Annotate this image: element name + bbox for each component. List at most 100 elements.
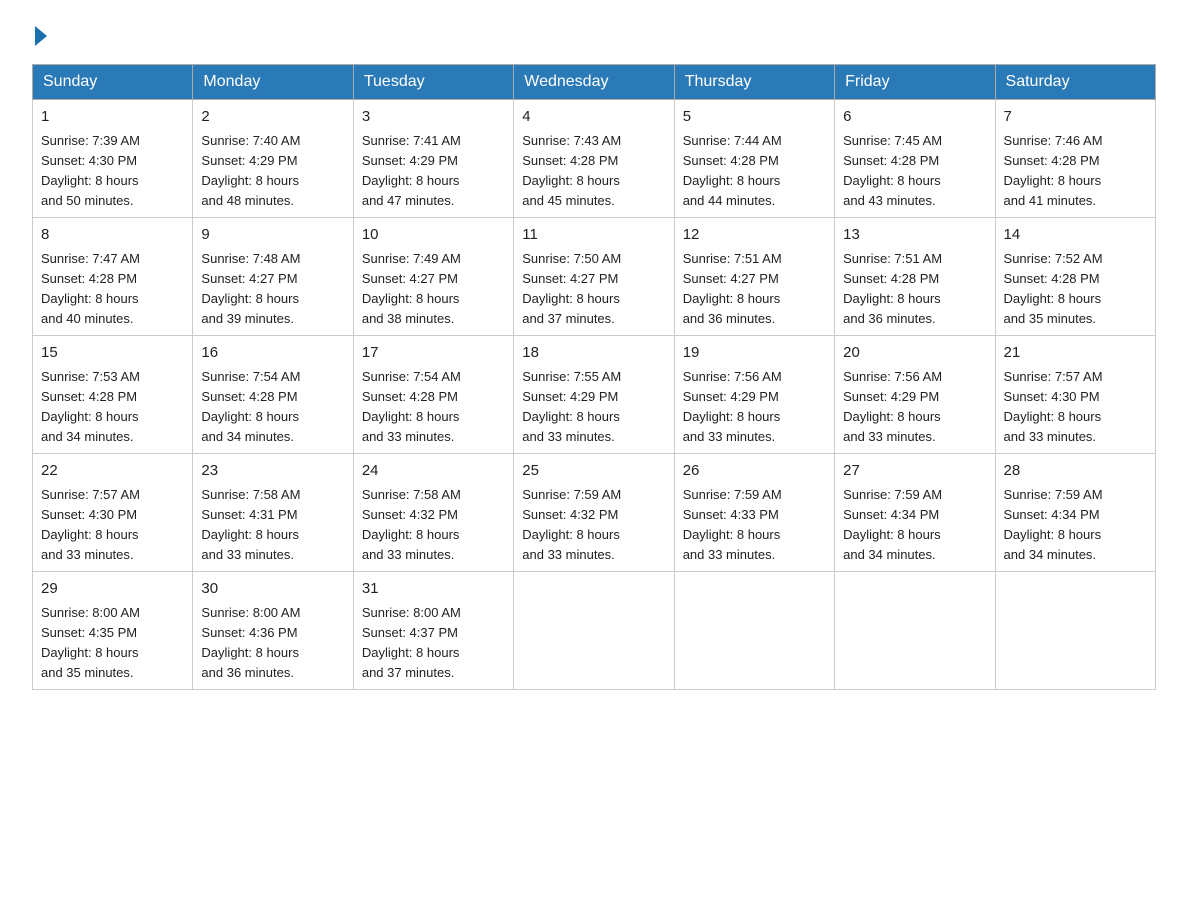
calendar-week-row: 22Sunrise: 7:57 AMSunset: 4:30 PMDayligh… xyxy=(33,454,1156,572)
day-info: Sunrise: 7:59 AMSunset: 4:34 PMDaylight:… xyxy=(843,485,986,566)
day-info: Sunrise: 7:39 AMSunset: 4:30 PMDaylight:… xyxy=(41,131,184,212)
day-info: Sunrise: 7:43 AMSunset: 4:28 PMDaylight:… xyxy=(522,131,665,212)
calendar-cell: 10Sunrise: 7:49 AMSunset: 4:27 PMDayligh… xyxy=(353,218,513,336)
calendar-table: SundayMondayTuesdayWednesdayThursdayFrid… xyxy=(32,64,1156,690)
day-number: 11 xyxy=(522,224,665,247)
calendar-cell: 18Sunrise: 7:55 AMSunset: 4:29 PMDayligh… xyxy=(514,336,674,454)
day-info: Sunrise: 7:58 AMSunset: 4:31 PMDaylight:… xyxy=(201,485,344,566)
day-number: 8 xyxy=(41,224,184,247)
day-info: Sunrise: 8:00 AMSunset: 4:35 PMDaylight:… xyxy=(41,603,184,684)
day-info: Sunrise: 7:48 AMSunset: 4:27 PMDaylight:… xyxy=(201,249,344,330)
calendar-cell: 24Sunrise: 7:58 AMSunset: 4:32 PMDayligh… xyxy=(353,454,513,572)
calendar-header-thursday: Thursday xyxy=(674,65,834,100)
calendar-cell: 6Sunrise: 7:45 AMSunset: 4:28 PMDaylight… xyxy=(835,100,995,218)
day-info: Sunrise: 7:57 AMSunset: 4:30 PMDaylight:… xyxy=(1004,367,1147,448)
calendar-week-row: 29Sunrise: 8:00 AMSunset: 4:35 PMDayligh… xyxy=(33,572,1156,690)
day-info: Sunrise: 7:58 AMSunset: 4:32 PMDaylight:… xyxy=(362,485,505,566)
day-info: Sunrise: 7:45 AMSunset: 4:28 PMDaylight:… xyxy=(843,131,986,212)
calendar-cell: 7Sunrise: 7:46 AMSunset: 4:28 PMDaylight… xyxy=(995,100,1155,218)
calendar-cell: 25Sunrise: 7:59 AMSunset: 4:32 PMDayligh… xyxy=(514,454,674,572)
calendar-cell: 13Sunrise: 7:51 AMSunset: 4:28 PMDayligh… xyxy=(835,218,995,336)
day-info: Sunrise: 7:59 AMSunset: 4:34 PMDaylight:… xyxy=(1004,485,1147,566)
day-number: 19 xyxy=(683,342,826,365)
logo-blue-part xyxy=(32,24,47,46)
day-number: 26 xyxy=(683,460,826,483)
calendar-week-row: 1Sunrise: 7:39 AMSunset: 4:30 PMDaylight… xyxy=(33,100,1156,218)
day-info: Sunrise: 8:00 AMSunset: 4:36 PMDaylight:… xyxy=(201,603,344,684)
day-number: 1 xyxy=(41,106,184,129)
day-number: 24 xyxy=(362,460,505,483)
calendar-cell: 9Sunrise: 7:48 AMSunset: 4:27 PMDaylight… xyxy=(193,218,353,336)
day-info: Sunrise: 7:53 AMSunset: 4:28 PMDaylight:… xyxy=(41,367,184,448)
day-number: 27 xyxy=(843,460,986,483)
calendar-cell: 16Sunrise: 7:54 AMSunset: 4:28 PMDayligh… xyxy=(193,336,353,454)
day-info: Sunrise: 7:41 AMSunset: 4:29 PMDaylight:… xyxy=(362,131,505,212)
day-info: Sunrise: 7:49 AMSunset: 4:27 PMDaylight:… xyxy=(362,249,505,330)
day-info: Sunrise: 8:00 AMSunset: 4:37 PMDaylight:… xyxy=(362,603,505,684)
day-info: Sunrise: 7:57 AMSunset: 4:30 PMDaylight:… xyxy=(41,485,184,566)
calendar-cell: 28Sunrise: 7:59 AMSunset: 4:34 PMDayligh… xyxy=(995,454,1155,572)
day-info: Sunrise: 7:50 AMSunset: 4:27 PMDaylight:… xyxy=(522,249,665,330)
logo xyxy=(32,24,47,46)
day-info: Sunrise: 7:59 AMSunset: 4:33 PMDaylight:… xyxy=(683,485,826,566)
day-number: 7 xyxy=(1004,106,1147,129)
day-info: Sunrise: 7:44 AMSunset: 4:28 PMDaylight:… xyxy=(683,131,826,212)
calendar-header-saturday: Saturday xyxy=(995,65,1155,100)
day-number: 16 xyxy=(201,342,344,365)
day-info: Sunrise: 7:55 AMSunset: 4:29 PMDaylight:… xyxy=(522,367,665,448)
calendar-cell xyxy=(995,572,1155,690)
day-number: 29 xyxy=(41,578,184,601)
calendar-cell: 5Sunrise: 7:44 AMSunset: 4:28 PMDaylight… xyxy=(674,100,834,218)
calendar-cell: 14Sunrise: 7:52 AMSunset: 4:28 PMDayligh… xyxy=(995,218,1155,336)
calendar-cell: 26Sunrise: 7:59 AMSunset: 4:33 PMDayligh… xyxy=(674,454,834,572)
day-info: Sunrise: 7:51 AMSunset: 4:28 PMDaylight:… xyxy=(843,249,986,330)
day-info: Sunrise: 7:51 AMSunset: 4:27 PMDaylight:… xyxy=(683,249,826,330)
day-number: 30 xyxy=(201,578,344,601)
calendar-header-friday: Friday xyxy=(835,65,995,100)
day-number: 18 xyxy=(522,342,665,365)
calendar-cell: 1Sunrise: 7:39 AMSunset: 4:30 PMDaylight… xyxy=(33,100,193,218)
day-number: 23 xyxy=(201,460,344,483)
day-info: Sunrise: 7:52 AMSunset: 4:28 PMDaylight:… xyxy=(1004,249,1147,330)
calendar-cell: 3Sunrise: 7:41 AMSunset: 4:29 PMDaylight… xyxy=(353,100,513,218)
day-number: 22 xyxy=(41,460,184,483)
day-number: 6 xyxy=(843,106,986,129)
day-number: 21 xyxy=(1004,342,1147,365)
day-info: Sunrise: 7:46 AMSunset: 4:28 PMDaylight:… xyxy=(1004,131,1147,212)
day-number: 15 xyxy=(41,342,184,365)
day-info: Sunrise: 7:40 AMSunset: 4:29 PMDaylight:… xyxy=(201,131,344,212)
day-info: Sunrise: 7:47 AMSunset: 4:28 PMDaylight:… xyxy=(41,249,184,330)
calendar-week-row: 8Sunrise: 7:47 AMSunset: 4:28 PMDaylight… xyxy=(33,218,1156,336)
calendar-cell xyxy=(835,572,995,690)
day-info: Sunrise: 7:56 AMSunset: 4:29 PMDaylight:… xyxy=(683,367,826,448)
calendar-cell: 11Sunrise: 7:50 AMSunset: 4:27 PMDayligh… xyxy=(514,218,674,336)
day-number: 12 xyxy=(683,224,826,247)
page-header xyxy=(32,24,1156,46)
day-info: Sunrise: 7:54 AMSunset: 4:28 PMDaylight:… xyxy=(362,367,505,448)
day-number: 25 xyxy=(522,460,665,483)
day-number: 28 xyxy=(1004,460,1147,483)
calendar-cell xyxy=(674,572,834,690)
calendar-cell: 23Sunrise: 7:58 AMSunset: 4:31 PMDayligh… xyxy=(193,454,353,572)
day-number: 5 xyxy=(683,106,826,129)
day-number: 20 xyxy=(843,342,986,365)
calendar-header-monday: Monday xyxy=(193,65,353,100)
day-number: 9 xyxy=(201,224,344,247)
calendar-cell: 19Sunrise: 7:56 AMSunset: 4:29 PMDayligh… xyxy=(674,336,834,454)
calendar-cell: 12Sunrise: 7:51 AMSunset: 4:27 PMDayligh… xyxy=(674,218,834,336)
calendar-cell: 30Sunrise: 8:00 AMSunset: 4:36 PMDayligh… xyxy=(193,572,353,690)
calendar-cell: 17Sunrise: 7:54 AMSunset: 4:28 PMDayligh… xyxy=(353,336,513,454)
calendar-header-wednesday: Wednesday xyxy=(514,65,674,100)
day-number: 17 xyxy=(362,342,505,365)
calendar-cell: 22Sunrise: 7:57 AMSunset: 4:30 PMDayligh… xyxy=(33,454,193,572)
calendar-cell: 2Sunrise: 7:40 AMSunset: 4:29 PMDaylight… xyxy=(193,100,353,218)
day-number: 13 xyxy=(843,224,986,247)
day-info: Sunrise: 7:56 AMSunset: 4:29 PMDaylight:… xyxy=(843,367,986,448)
day-number: 10 xyxy=(362,224,505,247)
calendar-cell: 4Sunrise: 7:43 AMSunset: 4:28 PMDaylight… xyxy=(514,100,674,218)
calendar-header-sunday: Sunday xyxy=(33,65,193,100)
calendar-cell: 21Sunrise: 7:57 AMSunset: 4:30 PMDayligh… xyxy=(995,336,1155,454)
calendar-cell: 20Sunrise: 7:56 AMSunset: 4:29 PMDayligh… xyxy=(835,336,995,454)
calendar-cell: 8Sunrise: 7:47 AMSunset: 4:28 PMDaylight… xyxy=(33,218,193,336)
day-number: 4 xyxy=(522,106,665,129)
